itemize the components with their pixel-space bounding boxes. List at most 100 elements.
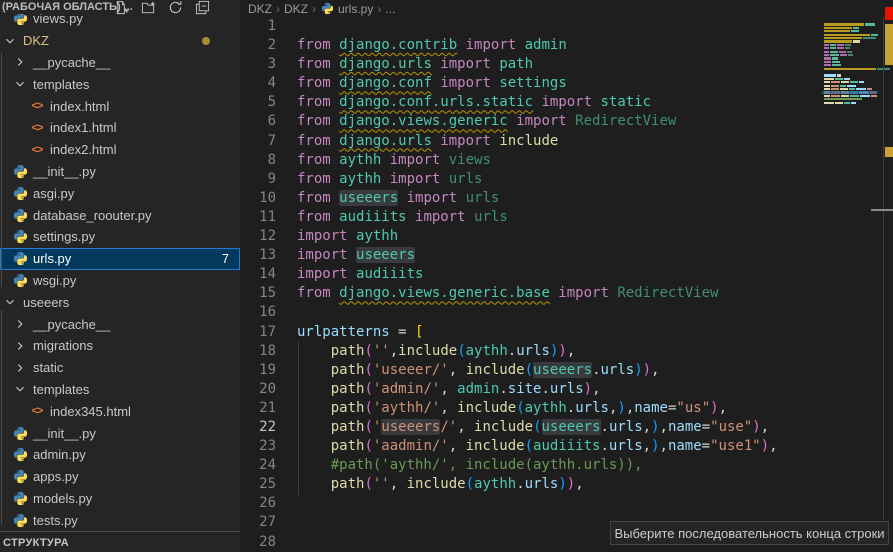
line-number[interactable]: 13 — [240, 246, 276, 265]
line-number[interactable]: 26 — [240, 494, 276, 513]
minimap[interactable] — [822, 17, 878, 517]
outline-section-header[interactable]: СТРУКТУРА — [0, 531, 240, 552]
line-number[interactable]: 28 — [240, 533, 276, 552]
line-number[interactable]: 12 — [240, 227, 276, 246]
tree-item-database-roouter-py[interactable]: database_roouter.py — [0, 204, 240, 226]
line-number[interactable]: 6 — [240, 112, 276, 131]
tree-item-models-py[interactable]: models.py — [0, 488, 240, 510]
tree-item-index-html[interactable]: <>index.html — [0, 95, 240, 117]
code-line-23[interactable]: 23 path('aadmin/', include(audiiits.urls… — [240, 437, 880, 456]
line-number[interactable]: 10 — [240, 189, 276, 208]
code-line-14[interactable]: 14import audiiits — [240, 265, 880, 284]
breadcrumb-item[interactable]: DKZ — [248, 2, 272, 16]
tree-item-label: __init__.py — [33, 164, 96, 179]
tree-item-static[interactable]: static — [0, 357, 240, 379]
code-line-13[interactable]: 13import useeers — [240, 246, 880, 265]
new-folder-button[interactable] — [140, 2, 156, 18]
tree-item-label: apps.py — [33, 469, 79, 484]
refresh-explorer-button[interactable] — [167, 2, 183, 18]
code-line-24[interactable]: 24 #path('aythh/', include(aythh.urls)), — [240, 456, 880, 475]
code-line-17[interactable]: 17urlpatterns = [ — [240, 323, 880, 342]
tree-item-wsgi-py[interactable]: wsgi.py — [0, 270, 240, 292]
tree-item-apps-py[interactable]: apps.py — [0, 466, 240, 488]
line-number[interactable]: 7 — [240, 132, 276, 151]
line-number[interactable]: 11 — [240, 208, 276, 227]
code-line-25[interactable]: 25 path('', include(aythh.urls)), — [240, 475, 880, 494]
line-number[interactable]: 1 — [240, 17, 276, 36]
new-file-button[interactable] — [113, 2, 129, 18]
breadcrumb-item[interactable]: ... — [385, 2, 395, 16]
tree-item-tests-py[interactable]: tests.py — [0, 509, 240, 531]
code-line-26[interactable]: 26 — [240, 494, 880, 513]
code-line-9[interactable]: 9from aythh import urls — [240, 170, 880, 189]
tree-item-DKZ[interactable]: DKZ — [0, 30, 240, 52]
tree-item-asgi-py[interactable]: asgi.py — [0, 182, 240, 204]
tree-item--init-py[interactable]: __init__.py — [0, 422, 240, 444]
line-number[interactable]: 8 — [240, 151, 276, 170]
tree-item-label: templates — [33, 382, 89, 397]
new-file-icon — [114, 0, 129, 20]
code-line-18[interactable]: 18 path('',include(aythh.urls)), — [240, 342, 880, 361]
code-line-7[interactable]: 7from django.urls import include — [240, 132, 880, 151]
line-number[interactable]: 4 — [240, 74, 276, 93]
tree-item-index345-html[interactable]: <>index345.html — [0, 400, 240, 422]
tree-item--pycache-[interactable]: __pycache__ — [0, 52, 240, 74]
tree-item-migrations[interactable]: migrations — [0, 335, 240, 357]
line-number[interactable]: 21 — [240, 399, 276, 418]
line-number[interactable]: 14 — [240, 265, 276, 284]
line-number[interactable]: 16 — [240, 303, 276, 322]
chevron-right-icon — [12, 361, 28, 375]
code-line-10[interactable]: 10from useeers import urls — [240, 189, 880, 208]
line-number[interactable]: 17 — [240, 323, 276, 342]
line-number[interactable]: 23 — [240, 437, 276, 456]
line-number[interactable]: 15 — [240, 284, 276, 303]
code-line-22[interactable]: 22 path('useeers/', include(useeers.urls… — [240, 418, 880, 437]
code-line-20[interactable]: 20 path('admin/', admin.site.urls), — [240, 380, 880, 399]
line-number[interactable]: 18 — [240, 342, 276, 361]
code-line-2[interactable]: 2 from django.contrib import admin — [240, 36, 880, 55]
line-number[interactable]: 25 — [240, 475, 276, 494]
collapse-folders-button[interactable] — [194, 2, 210, 18]
line-number[interactable]: 3 — [240, 55, 276, 74]
line-number[interactable]: 19 — [240, 361, 276, 380]
tree-item--init-py[interactable]: __init__.py — [0, 161, 240, 183]
line-number[interactable]: 24 — [240, 456, 276, 475]
tree-item-urls-py[interactable]: urls.py7 — [0, 248, 240, 270]
code-line-1[interactable]: 1 — [240, 17, 880, 36]
tree-item-templates[interactable]: templates — [0, 73, 240, 95]
tree-item--pycache-[interactable]: __pycache__ — [0, 313, 240, 335]
overview-ruler[interactable] — [871, 0, 893, 552]
code-line-5[interactable]: 5from django.conf.urls.static import sta… — [240, 93, 880, 112]
minimap-line — [824, 78, 850, 80]
explorer-sidebar: views.pyDKZ__pycache__templates<>index.h… — [0, 0, 240, 552]
line-number[interactable]: 9 — [240, 170, 276, 189]
code-line-8[interactable]: 8from aythh import views — [240, 151, 880, 170]
tree-item-index2-html[interactable]: <>index2.html — [0, 139, 240, 161]
code-line-12[interactable]: 12import aythh — [240, 227, 880, 246]
line-number[interactable]: 5 — [240, 93, 276, 112]
code-text: path('aythh/', include(aythh.urls,),name… — [297, 399, 727, 418]
line-number[interactable]: 27 — [240, 513, 276, 532]
code-line-16[interactable]: 16 — [240, 303, 880, 322]
tree-item-templates[interactable]: templates — [0, 379, 240, 401]
code-line-4[interactable]: 4from django.conf import settings — [240, 74, 880, 93]
tree-item-settings-py[interactable]: settings.py — [0, 226, 240, 248]
tree-item-label: __init__.py — [33, 426, 96, 441]
code-line-11[interactable]: 11from audiiits import urls — [240, 208, 880, 227]
code-area[interactable]: 12 from django.contrib import admin3from … — [240, 17, 880, 552]
code-line-3[interactable]: 3from django.urls import path — [240, 55, 880, 74]
line-number[interactable]: 22 — [240, 418, 276, 437]
tree-item-index1-html[interactable]: <>index1.html — [0, 117, 240, 139]
breadcrumb-item[interactable]: DKZ — [284, 2, 308, 16]
code-line-6[interactable]: 6from django.views.generic import Redire… — [240, 112, 880, 131]
tree-item-useeers[interactable]: useeers — [0, 291, 240, 313]
line-number[interactable]: 2 — [240, 36, 276, 55]
tree-item-label: DKZ — [23, 33, 49, 48]
breadcrumb-item[interactable]: urls.py — [320, 1, 373, 16]
code-line-19[interactable]: 19 path('useeer/', include(useeers.urls)… — [240, 361, 880, 380]
code-text: from django.contrib import admin — [297, 36, 567, 55]
tree-item-admin-py[interactable]: admin.py — [0, 444, 240, 466]
code-line-21[interactable]: 21 path('aythh/', include(aythh.urls,),n… — [240, 399, 880, 418]
line-number[interactable]: 20 — [240, 380, 276, 399]
code-line-15[interactable]: 15from django.views.generic.base import … — [240, 284, 880, 303]
